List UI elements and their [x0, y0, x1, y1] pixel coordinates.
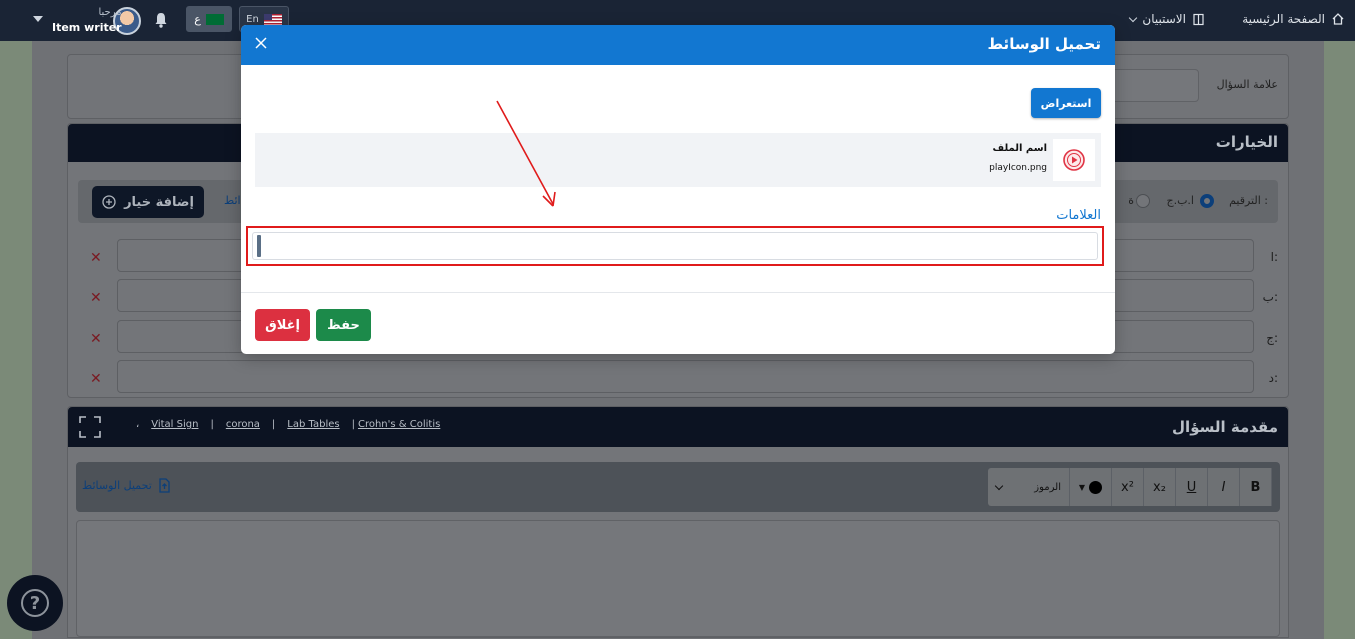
radio-checked-icon[interactable] — [1200, 194, 1214, 208]
us-flag-icon — [263, 13, 282, 25]
numbering-option-abc[interactable]: ا.ب.ج — [1166, 194, 1194, 207]
language-ar-label: ع — [194, 12, 201, 26]
save-button[interactable]: حفظ — [316, 309, 371, 341]
user-menu-caret-icon[interactable] — [33, 16, 43, 22]
language-en-label: En — [246, 13, 259, 25]
link-corona[interactable]: corona — [226, 419, 260, 430]
superscript-button[interactable]: x² — [1112, 468, 1144, 506]
play-icon — [1063, 149, 1085, 171]
text-cursor — [257, 235, 261, 257]
modal-footer-divider — [241, 292, 1115, 293]
option-letter: ج: — [1266, 331, 1278, 345]
links-separator: | — [271, 419, 276, 430]
link-lab-tables[interactable]: Lab Tables — [287, 419, 339, 430]
color-dropdown-icon: ▼ — [1078, 482, 1086, 492]
add-option-button[interactable]: إضافة خيار — [92, 186, 204, 218]
italic-button[interactable]: I — [1208, 468, 1240, 506]
subscript-button[interactable]: x₂ — [1144, 468, 1176, 506]
reference-links: ، Vital Sign | corona | Lab Tables | Cro… — [136, 419, 440, 430]
nav-survey-menu[interactable]: الاستبيان — [1129, 12, 1205, 26]
bold-button[interactable]: B — [1240, 468, 1272, 506]
radio-unchecked-icon[interactable] — [1136, 194, 1150, 208]
underline-button[interactable]: U — [1176, 468, 1208, 506]
modal-title: تحميل الوسائط — [987, 35, 1102, 53]
modal-header: تحميل الوسائط — [241, 25, 1115, 65]
add-option-label: إضافة خيار — [124, 194, 194, 210]
nav-home-link[interactable]: الصفحة الرئيسية — [1242, 12, 1345, 26]
editor-toolbar: B I U x₂ x² ▼ الرموز تحميل الوسائط — [76, 462, 1280, 512]
links-separator: | — [210, 419, 214, 430]
question-intro-title: مقدمة السؤال — [1172, 418, 1278, 436]
file-name: playIcon.png — [989, 163, 1047, 173]
tags-input[interactable] — [252, 232, 1098, 260]
question-mark-input[interactable] — [1109, 69, 1199, 102]
option-letter: ب: — [1262, 290, 1278, 304]
page-margin-right — [1324, 41, 1355, 639]
file-upload-icon — [159, 478, 170, 493]
link-crohns-colitis[interactable]: Crohn's & Colitis — [358, 419, 440, 430]
close-button[interactable]: إغلاق — [255, 309, 310, 341]
language-ar-button[interactable]: ع — [186, 6, 232, 32]
upload-media-label: تحميل الوسائط — [82, 479, 152, 492]
greeting-text: مرحبا — [98, 7, 122, 18]
selected-file-row: اسم الملف playIcon.png — [255, 133, 1101, 187]
option-input[interactable] — [117, 360, 1254, 393]
plus-circle-icon — [102, 195, 116, 209]
color-dot-icon — [1089, 480, 1103, 494]
remove-option-icon[interactable]: ✕ — [90, 371, 102, 387]
question-intro-card: مقدمة السؤال ، Vital Sign | corona | Lab… — [67, 406, 1289, 638]
option-letter: د: — [1268, 371, 1278, 385]
book-icon — [1193, 13, 1204, 25]
user-menu[interactable]: مرحبا Item writer — [52, 6, 122, 34]
fullscreen-icon[interactable] — [79, 416, 101, 438]
remove-option-icon[interactable]: ✕ — [90, 331, 102, 347]
option-letter: ا: — [1270, 250, 1278, 264]
nav-home-label: الصفحة الرئيسية — [1242, 12, 1325, 26]
remove-option-icon[interactable]: ✕ — [90, 250, 102, 266]
media-link-partial[interactable]: ائط — [224, 194, 241, 207]
close-icon[interactable] — [252, 34, 270, 52]
page-margin-left — [0, 41, 32, 639]
links-separator: | — [351, 419, 355, 430]
links-separator: ، — [136, 419, 140, 430]
remove-option-icon[interactable]: ✕ — [90, 290, 102, 306]
file-thumbnail — [1053, 139, 1095, 181]
symbols-label: الرموز — [1034, 481, 1061, 493]
symbols-select[interactable]: الرموز — [988, 468, 1070, 506]
options-card-title: الخيارات — [1215, 133, 1278, 151]
numbering-option-alt[interactable]: ة — [1128, 194, 1134, 207]
question-intro-editor[interactable] — [76, 520, 1280, 637]
numbering-label: الترقيم : — [1229, 194, 1268, 207]
help-button[interactable]: ? — [7, 575, 63, 631]
question-intro-header: مقدمة السؤال ، Vital Sign | corona | Lab… — [68, 407, 1288, 447]
question-circle-icon: ? — [21, 589, 49, 617]
browse-button[interactable]: استعراض — [1031, 88, 1101, 118]
bell-icon[interactable] — [153, 11, 169, 29]
home-icon — [1332, 13, 1344, 25]
nav-survey-label: الاستبيان — [1142, 12, 1186, 26]
file-name-label: اسم الملف — [992, 143, 1047, 154]
text-color-button[interactable]: ▼ — [1070, 468, 1112, 506]
question-mark-label: علامة السؤال — [1216, 78, 1278, 91]
upload-media-link[interactable]: تحميل الوسائط — [82, 478, 171, 493]
upload-media-modal: تحميل الوسائط استعراض اسم الملف playIcon… — [241, 25, 1115, 354]
chevron-down-icon — [1129, 13, 1138, 22]
tags-input-highlight — [246, 226, 1104, 266]
user-name: Item writer — [52, 21, 122, 34]
tags-label: العلامات — [1056, 208, 1101, 223]
link-vital-sign[interactable]: Vital Sign — [151, 419, 198, 430]
saudi-flag-icon — [205, 13, 224, 25]
chevron-down-icon — [994, 481, 1004, 490]
